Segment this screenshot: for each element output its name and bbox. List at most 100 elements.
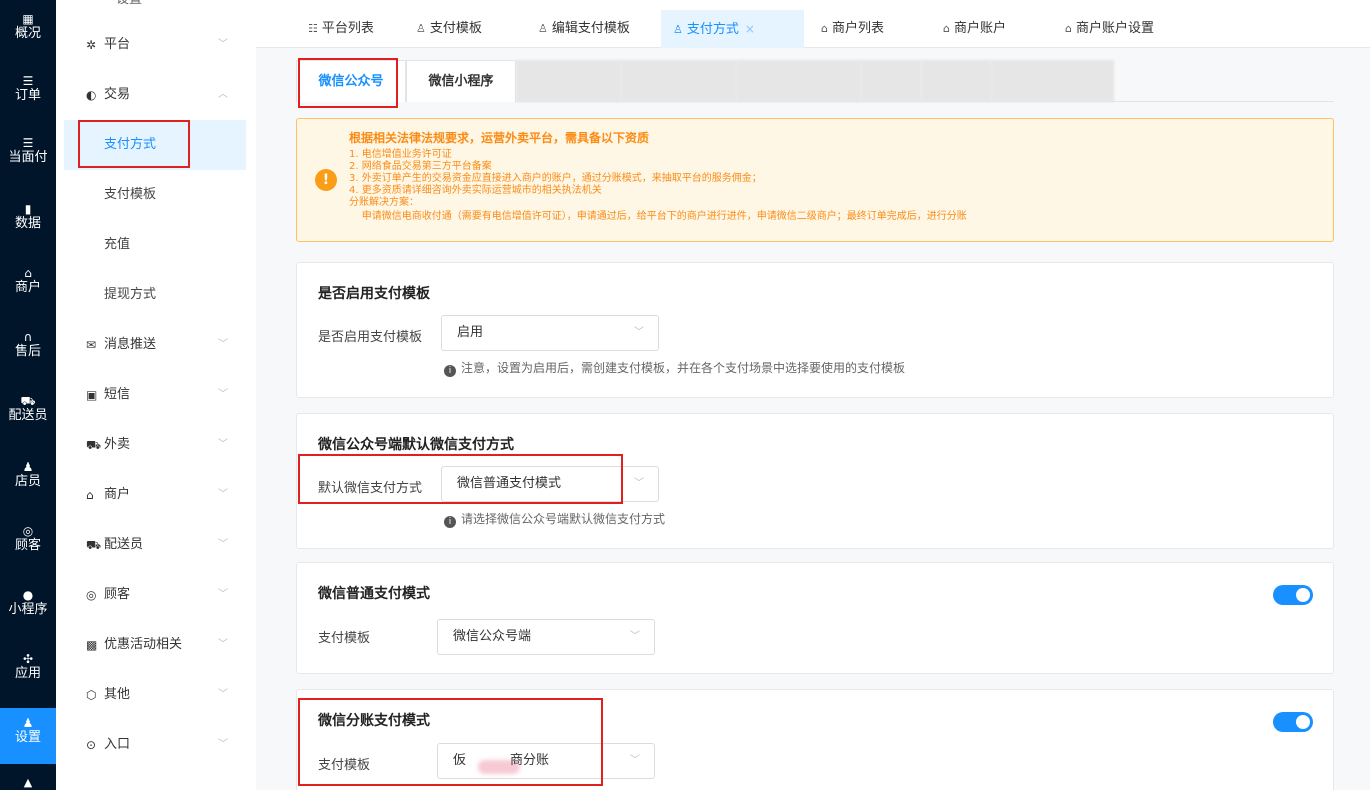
sidebar-sub-payment-template[interactable]: 支付模板 bbox=[64, 174, 246, 216]
rail-item-apps[interactable]: ✣ 应用 bbox=[0, 648, 56, 698]
sidebar-item-platform[interactable]: ✲ 平台 ﹀ bbox=[56, 20, 256, 70]
rail-label: 订单 bbox=[14, 88, 41, 103]
split-pay-toggle[interactable] bbox=[1273, 712, 1313, 732]
bar-chart-icon: ▮ bbox=[24, 202, 32, 216]
close-icon[interactable]: × bbox=[745, 22, 755, 36]
sidebar-sub-label: 支付方式 bbox=[104, 137, 157, 152]
wechat-icon: ● bbox=[22, 588, 34, 602]
hint-text: 请选择微信公众号端默认微信支付方式 bbox=[461, 512, 666, 526]
rail-item-orders[interactable]: ☰ 订单 bbox=[0, 70, 56, 120]
tab-wechat-official-account[interactable]: 微信公众号 bbox=[296, 60, 406, 102]
chevron-down-icon: ﹀ bbox=[634, 327, 644, 338]
tab-payment-method[interactable]: ♙ 支付方式 × bbox=[661, 10, 804, 48]
rail-item-data[interactable]: ▮ 数据 bbox=[0, 198, 56, 248]
tab-merchant-account[interactable]: ⌂ 商户账户 bbox=[931, 10, 1018, 48]
rail-item-customer[interactable]: ◎ 顾客 bbox=[0, 520, 56, 570]
rail-label: 概况 bbox=[14, 26, 41, 41]
tab-redacted[interactable] bbox=[516, 60, 621, 102]
sidebar-item-label: 优惠活动相关 bbox=[104, 637, 183, 652]
rail-item-settings[interactable]: ♟ 设置 bbox=[0, 708, 56, 764]
sidebar-item-entry[interactable]: ⊙ 入口 ﹀ bbox=[56, 720, 256, 770]
chevron-down-icon: ﹀ bbox=[630, 755, 640, 766]
sidebar-item-label: 顾客 bbox=[104, 587, 131, 602]
notice-line: 2. 网络食品交易第三方平台备案 bbox=[349, 161, 492, 172]
user-icon: ♙ bbox=[538, 22, 548, 35]
tab-wechat-mini-program[interactable]: 微信小程序 bbox=[406, 60, 516, 102]
card-title: 微信普通支付模式 bbox=[318, 586, 430, 602]
sidebar-item-courier[interactable]: ⛟ 配送员 ﹀ bbox=[56, 520, 256, 570]
sidebar-item-other[interactable]: ⬡ 其他 ﹀ bbox=[56, 670, 256, 720]
split-pay-template-select[interactable]: 仮 商分账 ﹀ bbox=[437, 743, 655, 779]
sidebar-item-promotions[interactable]: ▩ 优惠活动相关 ﹀ bbox=[56, 620, 256, 670]
sidebar-item-transaction[interactable]: ◐ 交易 ︿ bbox=[56, 70, 256, 120]
notice-title: 根据相关法律法规要求，运营外卖平台，需具备以下资质 bbox=[349, 131, 650, 145]
tab-redacted[interactable] bbox=[621, 60, 736, 102]
channel-tabs: 微信公众号 微信小程序 bbox=[296, 60, 1334, 102]
page-tabs: ☷ 平台列表 ♙ 支付模板 ♙ 编辑支付模板 ♙ 支付方式 × ⌂ 商户列表 ⌂ 商户账户 ⌂… bbox=[256, 0, 1370, 48]
chevron-down-icon: ﹀ bbox=[218, 639, 228, 650]
notice-line: 3. 外卖订单产生的交易资金应直接进入商户的账户，通过分账模式，来抽取平台的服务… bbox=[349, 173, 762, 184]
rail-item-overview[interactable]: ▦ 概况 bbox=[0, 8, 56, 58]
rail-label: 数据 bbox=[14, 216, 41, 231]
rail-item-face-pay[interactable]: ☰ 当面付 bbox=[0, 132, 56, 182]
tab-platform-list[interactable]: ☷ 平台列表 bbox=[296, 10, 386, 48]
sidebar-sub-recharge[interactable]: 充值 bbox=[64, 224, 246, 266]
sidebar-sub-label: 充值 bbox=[104, 237, 131, 252]
normal-pay-toggle[interactable] bbox=[1273, 585, 1313, 605]
sidebar-item-customer[interactable]: ◎ 顾客 ﹀ bbox=[56, 570, 256, 620]
default-pay-mode-select[interactable]: 微信普通支付模式 ﹀ bbox=[441, 466, 659, 502]
tab-redacted[interactable] bbox=[991, 60, 1114, 102]
field-label: 支付模板 bbox=[318, 758, 371, 773]
settings-sidebar: 设置 ✲ 平台 ﹀ ◐ 交易 ︿ 支付方式 支付模板 充值 提现方式 ✉ 消息推… bbox=[56, 0, 256, 790]
rail-item-clerk[interactable]: ♟ 店员 bbox=[0, 456, 56, 506]
warning-icon: ! bbox=[315, 169, 337, 191]
enable-template-select[interactable]: 启用 ﹀ bbox=[441, 315, 659, 351]
sidebar-sub-payment-method[interactable]: 支付方式 bbox=[64, 120, 246, 170]
card-title: 是否启用支付模板 bbox=[318, 286, 430, 302]
sidebar-item-merchant[interactable]: ⌂ 商户 ﹀ bbox=[56, 470, 256, 520]
sidebar-sub-label: 支付模板 bbox=[104, 187, 157, 202]
tab-payment-template[interactable]: ♙ 支付模板 bbox=[404, 10, 494, 48]
hint-text: 注意，设置为启用后，需创建支付模板，并在各个支付场景中选择要使用的支付模板 bbox=[461, 361, 906, 375]
message-icon: ✉ bbox=[86, 338, 97, 352]
tab-label: 商户账户 bbox=[953, 21, 1006, 36]
sidebar-item-sms[interactable]: ▣ 短信 ﹀ bbox=[56, 370, 256, 420]
sidebar-sub-withdraw[interactable]: 提现方式 bbox=[64, 274, 246, 316]
tab-merchant-account-settings[interactable]: ⌂ 商户账户设置 bbox=[1053, 10, 1166, 48]
store-icon: ⌂ bbox=[1065, 22, 1072, 35]
rail-item-merchant[interactable]: ⌂ 商户 bbox=[0, 262, 56, 312]
user-circle-icon: ◎ bbox=[22, 524, 34, 538]
tab-label: 商户账户设置 bbox=[1075, 21, 1154, 36]
sidebar-item-label: 短信 bbox=[104, 387, 131, 402]
tab-redacted[interactable] bbox=[921, 60, 991, 102]
chevron-down-icon: ﹀ bbox=[218, 689, 228, 700]
sidebar-item-label: 配送员 bbox=[104, 537, 144, 552]
sidebar-item-takeout[interactable]: ⛟ 外卖 ﹀ bbox=[56, 420, 256, 470]
chevron-down-icon: ﹀ bbox=[634, 478, 644, 489]
list-icon: ☰ bbox=[22, 74, 34, 88]
rail-item-courier[interactable]: ⛟ 配送员 bbox=[0, 390, 56, 440]
tab-label: 平台列表 bbox=[321, 21, 374, 36]
field-label: 是否启用支付模板 bbox=[318, 330, 423, 345]
card-wechat-normal-pay: 微信普通支付模式 支付模板 微信公众号端 ﹀ bbox=[296, 562, 1334, 674]
info-icon: i bbox=[444, 516, 456, 528]
sidebar-item-message-push[interactable]: ✉ 消息推送 ﹀ bbox=[56, 320, 256, 370]
tab-redacted[interactable] bbox=[736, 60, 861, 102]
rail-item-lock[interactable]: ▲ bbox=[0, 772, 56, 790]
tab-label: 支付模板 bbox=[429, 21, 482, 36]
tab-redacted[interactable] bbox=[861, 60, 921, 102]
chevron-down-icon: ﹀ bbox=[218, 339, 228, 350]
sidebar-item-label: 平台 bbox=[104, 37, 131, 52]
rail-label: 配送员 bbox=[8, 408, 48, 423]
rail-item-after-sales[interactable]: ∩ 售后 bbox=[0, 326, 56, 376]
compliance-notice: ! 根据相关法律法规要求，运营外卖平台，需具备以下资质 1. 电信增值业务许可证… bbox=[296, 118, 1334, 242]
rail-label: 商户 bbox=[14, 280, 41, 295]
chevron-down-icon: ﹀ bbox=[218, 39, 228, 50]
tab-edit-payment-template[interactable]: ♙ 编辑支付模板 bbox=[526, 10, 642, 48]
sidebar-item-label: 商户 bbox=[104, 487, 131, 502]
lock-icon: ▲ bbox=[23, 776, 33, 789]
normal-pay-template-select[interactable]: 微信公众号端 ﹀ bbox=[437, 619, 655, 655]
notice-line: 申请微信电商收付通（需要有电信增值许可证），申请通过后，给平台下的商户进行进件，… bbox=[349, 211, 967, 222]
rail-item-mini-program[interactable]: ● 小程序 bbox=[0, 584, 56, 634]
tab-merchant-list[interactable]: ⌂ 商户列表 bbox=[809, 10, 896, 48]
